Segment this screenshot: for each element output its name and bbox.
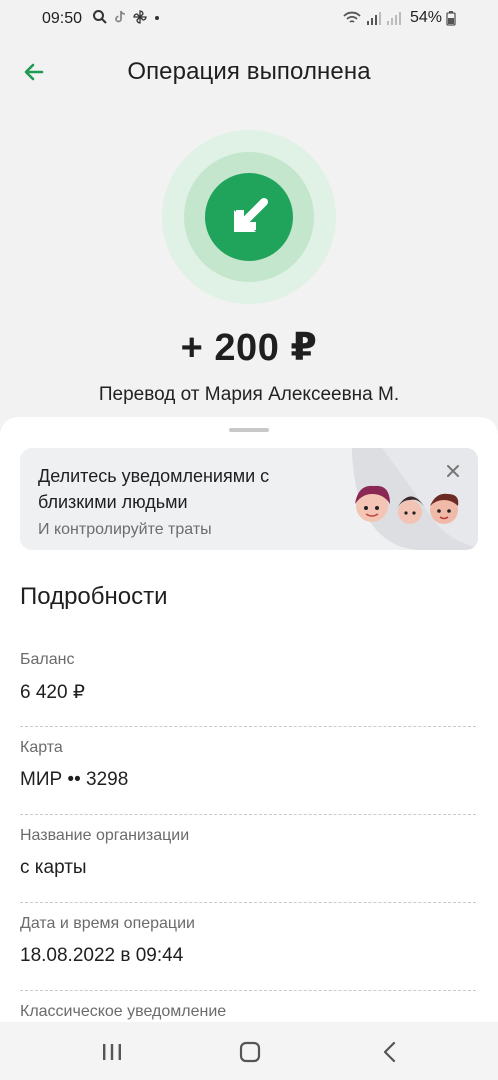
wifi-icon [343,11,361,23]
tiktok-icon [115,10,126,23]
detail-label: Классическое уведомление [20,1003,227,1020]
promo-title: Делитесь уведомлениями с близкими людьми [38,466,270,512]
home-button[interactable] [230,1038,270,1066]
page-title: Операция выполнена [127,58,371,85]
status-icons-right: 54% [342,9,456,27]
close-icon [447,465,459,477]
detail-label: Баланс [20,651,75,668]
pinwheel-icon [133,10,147,24]
transaction-sender: Перевод от Мария Алексеевна М. [98,384,400,405]
system-back-button[interactable] [370,1038,410,1066]
promo-banner[interactable]: Делитесь уведомлениями с близкими людьми… [20,448,478,550]
detail-label: Дата и время операции [20,915,195,932]
incoming-arrow-icon [234,198,268,232]
detail-row-card: Карта МИР •• 3298 [20,727,476,815]
home-icon [239,1041,261,1063]
details-list: Баланс 6 420 ₽ Карта МИР •• 3298 Названи… [20,639,476,1078]
status-icons-left [92,9,162,25]
sheet-drag-handle[interactable] [229,428,269,432]
detail-row-balance: Баланс 6 420 ₽ [20,639,476,727]
transaction-amount: + 200 ₽ [180,327,318,369]
detail-row-organization: Название организации с карты [20,815,476,903]
system-navigation-bar [0,1022,498,1080]
status-bar: 09:50 54% [0,0,498,40]
signal-icon [386,12,401,25]
promo-close-button[interactable] [442,460,464,482]
battery-icon [446,11,456,26]
promo-subtitle: И контролируйте траты [38,521,212,538]
signal-icon [366,12,381,25]
detail-label: Название организации [20,827,190,844]
icon-circle [205,173,293,261]
detail-row-datetime: Дата и время операции 18.08.2022 в 09:44 [20,903,476,991]
detail-value: 6 420 ₽ [20,682,85,703]
detail-value: с карты [20,857,87,878]
detail-label: Карта [20,739,63,756]
detail-value: 18.08.2022 в 09:44 [20,945,184,966]
search-icon [93,10,107,24]
status-time: 09:50 [42,10,83,27]
recent-apps-button[interactable] [92,1038,132,1066]
battery-percent: 54% [409,9,442,26]
transaction-status-icon [162,130,336,304]
details-sheet: Делитесь уведомлениями с близкими людьми… [0,417,498,1037]
chevron-left-icon [383,1041,396,1063]
header: Операция выполнена [0,48,498,96]
dot-icon [155,16,159,20]
recent-apps-icon [103,1044,121,1060]
details-title: Подробности [20,583,168,610]
detail-value: МИР •• 3298 [20,769,129,790]
